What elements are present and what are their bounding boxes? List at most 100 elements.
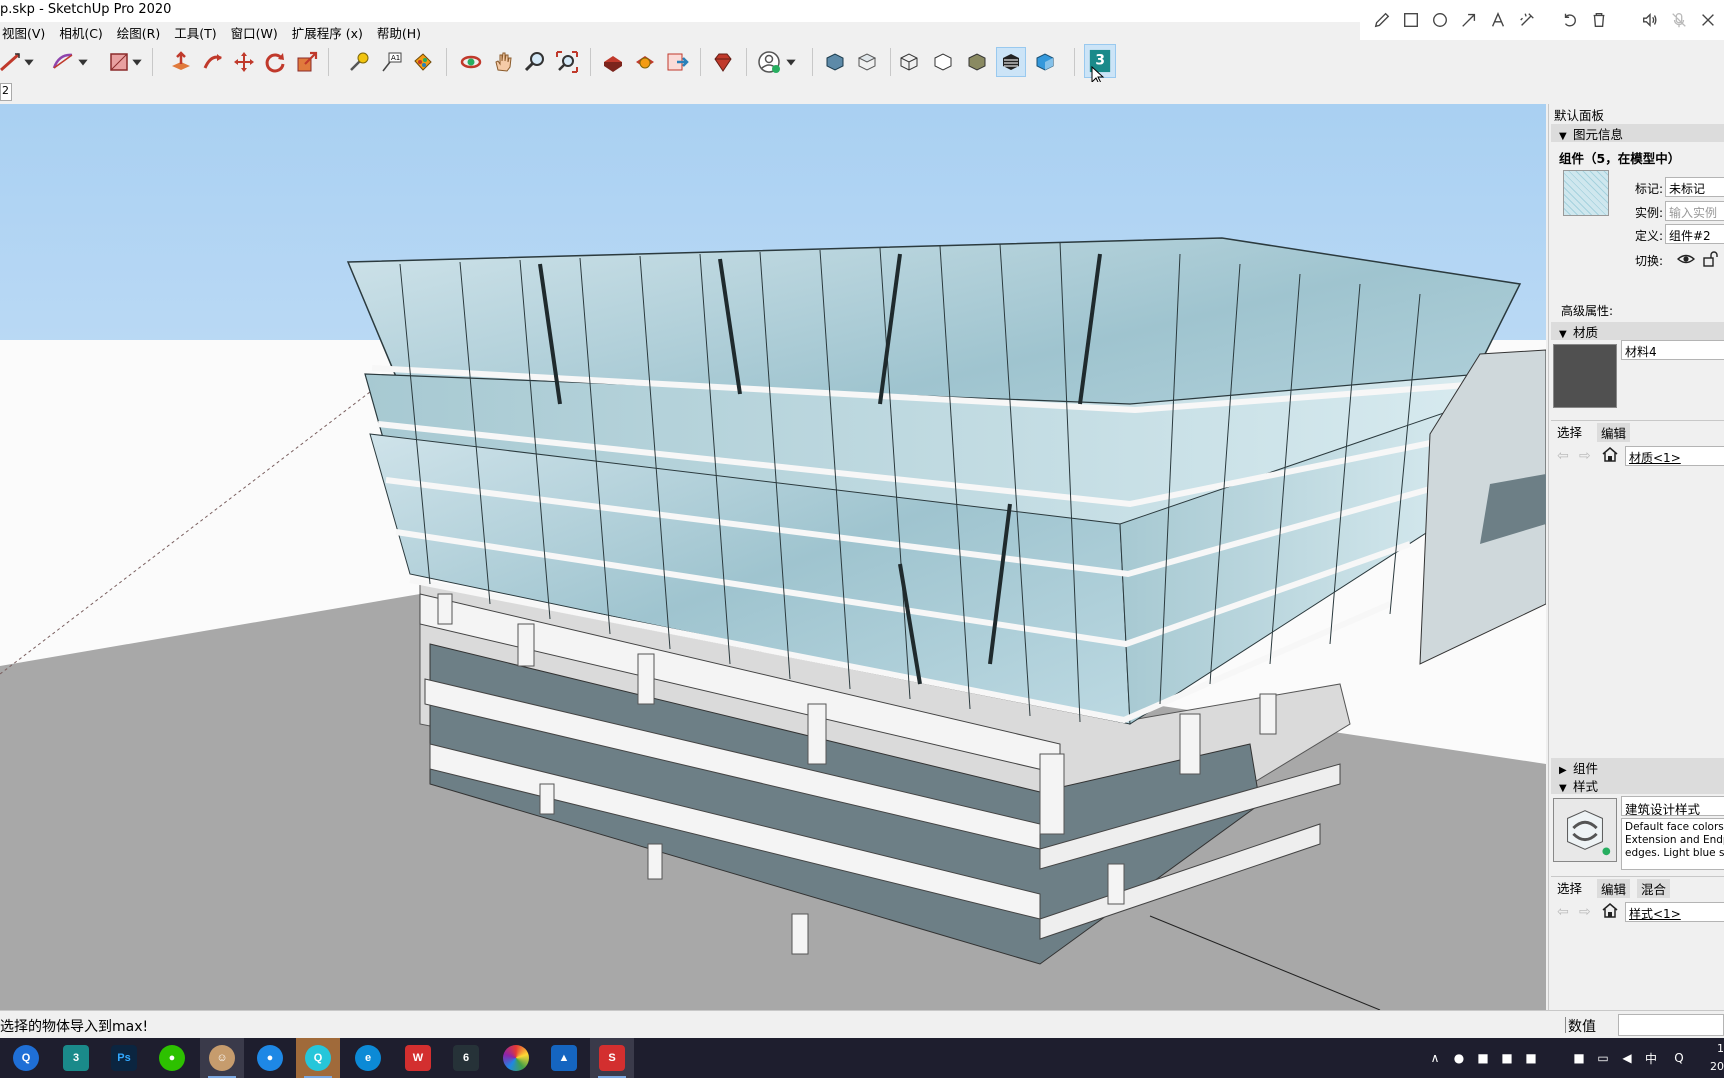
back-arrow-icon[interactable]: ⇦ (1557, 904, 1573, 920)
menu-camera[interactable]: 相机(C) (52, 20, 109, 42)
ruby-console-icon[interactable] (708, 47, 738, 77)
tape-measure-icon[interactable] (344, 47, 374, 77)
xray-style-icon[interactable] (894, 47, 924, 77)
scene-tab[interactable]: 2 (0, 83, 12, 101)
move-tool-icon[interactable] (229, 47, 259, 77)
tray-security-icon[interactable]: ■ (1568, 1046, 1590, 1070)
undo-icon[interactable] (1560, 10, 1580, 30)
monochrome-style-icon[interactable] (1030, 47, 1060, 77)
text-tool-icon[interactable]: A1 (376, 47, 406, 77)
brush-app-icon[interactable]: 6 (444, 1038, 488, 1078)
orbit-icon[interactable] (456, 47, 486, 77)
materials-tab-edit[interactable]: 编辑 (1597, 423, 1631, 442)
arrow-icon[interactable] (1459, 10, 1479, 30)
shaded-textures-icon[interactable] (996, 47, 1026, 77)
zoom-extents-icon[interactable] (552, 47, 582, 77)
material-swatch[interactable] (1553, 344, 1617, 408)
styles-tab-edit[interactable]: 编辑 (1597, 879, 1631, 898)
push-pull-icon[interactable] (166, 47, 196, 77)
tray-network-icon[interactable]: ▭ (1592, 1046, 1614, 1070)
entity-info-header[interactable]: ▼ 图元信息 (1551, 124, 1724, 142)
tray-volume-icon[interactable]: ◀ (1616, 1046, 1638, 1070)
unlock-icon[interactable] (1701, 250, 1719, 268)
menu-view[interactable]: 视图(V) (0, 20, 52, 42)
components-header[interactable]: ▶ 组件 (1551, 758, 1724, 776)
qq-icon[interactable]: Q (296, 1038, 340, 1078)
speaker-icon[interactable] (1640, 10, 1660, 30)
sketchup-icon[interactable]: S (590, 1038, 634, 1078)
forward-arrow-icon[interactable]: ⇨ (1579, 904, 1595, 920)
pan-hand-icon[interactable] (488, 47, 518, 77)
arc-tool-icon[interactable] (48, 47, 78, 77)
rectangle-icon[interactable] (1401, 10, 1421, 30)
photos-icon[interactable]: ▲ (542, 1038, 586, 1078)
styles-header[interactable]: ▼ 样式 (1551, 776, 1724, 794)
top-view-icon[interactable] (852, 47, 882, 77)
mic-muted-icon[interactable] (1669, 10, 1689, 30)
tray-qq-icon[interactable]: ● (1448, 1046, 1470, 1070)
instance-field[interactable]: 输入实例 (1665, 201, 1724, 221)
circle-icon[interactable] (1430, 10, 1450, 30)
ime-indicator[interactable]: 中 (1640, 1046, 1662, 1070)
send-to-layout-icon[interactable] (662, 47, 692, 77)
paint-bucket-icon[interactable] (408, 47, 438, 77)
shaded-style-icon[interactable] (962, 47, 992, 77)
media-app-icon[interactable]: ● (248, 1038, 292, 1078)
style-thumbnail[interactable] (1553, 798, 1617, 862)
extension-warehouse-icon[interactable] (630, 47, 660, 77)
account-icon[interactable] (754, 47, 784, 77)
chevron-down-icon[interactable] (22, 47, 36, 77)
home-icon[interactable] (1602, 446, 1618, 462)
material-name-field[interactable]: 材料4 (1621, 340, 1724, 360)
wps-icon[interactable]: W (396, 1038, 440, 1078)
menu-draw[interactable]: 绘图(R) (110, 20, 167, 42)
tray-chevron-up-icon[interactable]: ∧ (1424, 1046, 1446, 1070)
measurements-input[interactable] (1618, 1014, 1724, 1036)
menu-extensions[interactable]: 扩展程序 (x) (285, 20, 370, 42)
definition-field[interactable]: 组件#2 (1665, 224, 1724, 244)
rotate-tool-icon[interactable] (260, 47, 290, 77)
wechat-icon[interactable]: ● (150, 1038, 194, 1078)
materials-header[interactable]: ▼ 材质 (1551, 322, 1724, 340)
iso-view-icon[interactable] (820, 47, 850, 77)
scale-tool-icon[interactable] (292, 47, 322, 77)
home-icon[interactable] (1602, 902, 1618, 918)
highlighter-icon[interactable] (1517, 10, 1537, 30)
forward-arrow-icon[interactable]: ⇨ (1579, 448, 1595, 464)
zoom-icon[interactable] (520, 47, 550, 77)
tray-input-icon[interactable]: Q (1668, 1046, 1690, 1070)
tray-shield-icon[interactable]: ■ (1520, 1046, 1542, 1070)
styles-tab-mix[interactable]: 混合 (1637, 879, 1671, 898)
style-library-dropdown[interactable]: 样式<1> (1625, 902, 1724, 922)
menu-window[interactable]: 窗口(W) (224, 20, 285, 42)
tag-dropdown[interactable]: 未标记 (1665, 177, 1724, 197)
3dsmax-icon[interactable]: 3 (54, 1038, 98, 1078)
eye-icon[interactable] (1676, 250, 1696, 268)
chevron-down-icon[interactable] (76, 47, 90, 77)
chevron-down-icon[interactable] (130, 47, 144, 77)
hidden-line-icon[interactable] (928, 47, 958, 77)
trash-icon[interactable] (1589, 10, 1609, 30)
taskbar-clock[interactable]: 1 20 (1710, 1040, 1724, 1076)
menu-tools[interactable]: 工具(T) (167, 20, 223, 42)
styles-tab-select[interactable]: 选择 (1557, 878, 1582, 897)
close-icon[interactable] (1698, 10, 1718, 30)
menu-help[interactable]: 帮助(H) (370, 20, 428, 42)
back-arrow-icon[interactable]: ⇦ (1557, 448, 1573, 464)
qq-browser-icon[interactable]: Q (4, 1038, 48, 1078)
avatar-app-icon[interactable]: ☺ (200, 1038, 244, 1078)
text-icon[interactable] (1488, 10, 1508, 30)
pencil-icon[interactable] (1372, 10, 1392, 30)
material-library-dropdown[interactable]: 材质<1> (1625, 446, 1724, 466)
follow-me-icon[interactable] (198, 47, 228, 77)
materials-tab-select[interactable]: 选择 (1557, 422, 1582, 441)
edge-icon[interactable]: e (346, 1038, 390, 1078)
tray-cloud-icon[interactable]: ■ (1496, 1046, 1518, 1070)
color-app-icon[interactable] (494, 1038, 538, 1078)
warehouse-icon[interactable] (598, 47, 628, 77)
style-name-field[interactable]: 建筑设计样式 (1621, 796, 1724, 816)
tray-app-icon[interactable]: ■ (1472, 1046, 1494, 1070)
photoshop-icon[interactable]: Ps (102, 1038, 146, 1078)
3d-viewport[interactable] (0, 104, 1546, 1010)
chevron-down-icon[interactable] (784, 47, 798, 77)
